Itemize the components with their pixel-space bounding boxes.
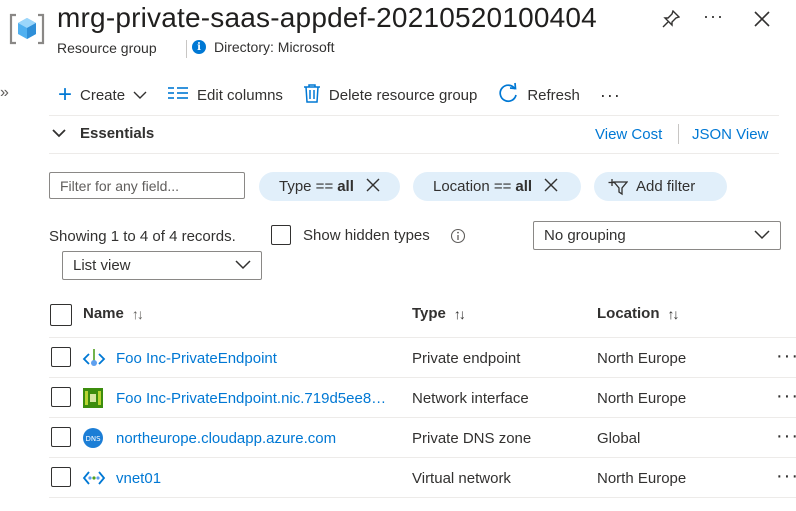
records-count: Showing 1 to 4 of 4 records. <box>49 228 236 245</box>
essentials-label: Essentials <box>80 125 155 142</box>
trash-icon <box>303 83 321 107</box>
resource-group-icon <box>8 12 46 46</box>
private-endpoint-icon <box>82 347 106 376</box>
row-divider <box>49 497 796 498</box>
show-hidden-types-checkbox[interactable] <box>271 225 291 245</box>
column-header-type-label: Type <box>412 305 446 322</box>
directory-label: Directory: Microsoft <box>214 39 335 55</box>
resource-type: Private endpoint <box>412 350 521 367</box>
dns-zone-icon: DNS <box>82 427 104 454</box>
resource-name-link[interactable]: Foo Inc-PrivateEndpoint <box>116 350 277 367</box>
columns-icon <box>167 85 189 105</box>
resource-location: North Europe <box>597 470 687 487</box>
command-bar: + Create Edit columns Delete resource gr… <box>58 82 641 108</box>
toolbar-more-button[interactable]: ··· <box>600 85 621 106</box>
resource-location: North Europe <box>597 350 687 367</box>
create-button[interactable]: + Create <box>58 81 147 108</box>
row-checkbox[interactable] <box>51 427 71 447</box>
directory-info: i Directory: Microsoft <box>192 39 335 55</box>
row-more-button[interactable]: ··· <box>776 425 796 448</box>
delete-label: Delete resource group <box>328 86 478 104</box>
resource-type: Virtual network <box>412 470 511 487</box>
column-header-type[interactable]: Type ↑↓ <box>412 305 466 322</box>
row-checkbox[interactable] <box>51 347 71 367</box>
resource-location: Global <box>597 430 641 447</box>
more-options-icon[interactable]: ··· <box>703 6 724 27</box>
row-checkbox[interactable] <box>51 467 71 487</box>
refresh-icon <box>497 82 519 108</box>
select-all-checkbox[interactable] <box>50 304 72 326</box>
column-header-location-label: Location <box>597 305 660 322</box>
essentials-toggle[interactable]: Essentials <box>52 125 154 142</box>
row-more-button[interactable]: ··· <box>776 385 796 408</box>
close-icon[interactable] <box>753 10 771 33</box>
row-divider <box>49 417 796 418</box>
show-hidden-types-label: Show hidden types <box>303 227 430 244</box>
add-filter-icon <box>608 178 628 196</box>
resource-name-link[interactable]: northeurope.cloudapp.azure.com <box>116 430 336 447</box>
plus-icon: + <box>58 81 73 108</box>
add-filter-button[interactable]: Add filter <box>594 172 727 201</box>
sort-icon: ↑↓ <box>453 305 466 322</box>
row-divider <box>49 377 796 378</box>
resource-type: Network interface <box>412 390 529 407</box>
location-filter-label: Location == <box>433 178 512 195</box>
toolbar-divider <box>49 115 779 116</box>
network-interface-icon <box>82 387 104 414</box>
svg-text:DNS: DNS <box>85 435 101 443</box>
refresh-label: Refresh <box>527 86 580 104</box>
chevron-down-icon <box>52 125 66 142</box>
column-header-location[interactable]: Location ↑↓ <box>597 305 680 322</box>
location-filter-pill[interactable]: Location == all <box>413 172 581 201</box>
location-filter-value: all <box>515 178 533 195</box>
row-checkbox[interactable] <box>51 387 71 407</box>
chevron-down-icon <box>754 227 770 244</box>
view-value: List view <box>73 257 131 274</box>
refresh-button[interactable]: Refresh <box>497 82 580 108</box>
edit-columns-button[interactable]: Edit columns <box>167 85 283 105</box>
sort-icon: ↑↓ <box>131 305 144 322</box>
header-divider <box>49 337 796 338</box>
subtitle-divider <box>186 40 187 58</box>
type-filter-label: Type == <box>279 178 334 195</box>
remove-filter-icon[interactable] <box>366 176 380 197</box>
resource-type: Private DNS zone <box>412 430 532 447</box>
column-header-name-label: Name <box>83 305 124 322</box>
chevron-down-icon <box>235 257 251 274</box>
type-filter-value: all <box>337 178 354 195</box>
resource-name-link[interactable]: Foo Inc-PrivateEndpoint.nic.719d5ee8… <box>116 390 386 407</box>
filter-placeholder: Filter for any field... <box>60 177 180 194</box>
resource-name-link[interactable]: vnet01 <box>116 470 161 487</box>
create-label: Create <box>80 86 126 104</box>
essentials-divider <box>49 153 779 154</box>
filter-input[interactable]: Filter for any field... <box>49 172 245 199</box>
type-filter-pill[interactable]: Type == all <box>259 172 400 201</box>
remove-filter-icon[interactable] <box>544 176 558 197</box>
add-filter-label: Add filter <box>636 178 696 195</box>
row-more-button[interactable]: ··· <box>776 345 796 368</box>
view-select[interactable]: List view <box>62 251 262 280</box>
resource-type-label: Resource group <box>57 40 157 56</box>
info-icon <box>450 228 466 249</box>
expand-rail-icon[interactable]: » <box>0 84 9 102</box>
info-icon: i <box>192 40 206 54</box>
pin-icon[interactable] <box>662 9 681 33</box>
view-cost-link[interactable]: View Cost <box>595 126 662 143</box>
grouping-select[interactable]: No grouping <box>533 221 781 250</box>
json-view-link[interactable]: JSON View <box>692 126 768 143</box>
page-title: mrg-private-saas-appdef-20210520100404 <box>57 2 597 33</box>
delete-resource-group-button[interactable]: Delete resource group <box>303 83 477 107</box>
sort-icon: ↑↓ <box>667 305 680 322</box>
column-header-name[interactable]: Name ↑↓ <box>83 305 144 322</box>
essentials-link-divider <box>678 124 679 144</box>
resource-location: North Europe <box>597 390 687 407</box>
grouping-value: No grouping <box>544 227 626 244</box>
virtual-network-icon <box>82 469 106 492</box>
chevron-down-icon <box>133 87 147 104</box>
row-divider <box>49 457 796 458</box>
edit-columns-label: Edit columns <box>197 86 283 104</box>
row-more-button[interactable]: ··· <box>776 465 796 488</box>
